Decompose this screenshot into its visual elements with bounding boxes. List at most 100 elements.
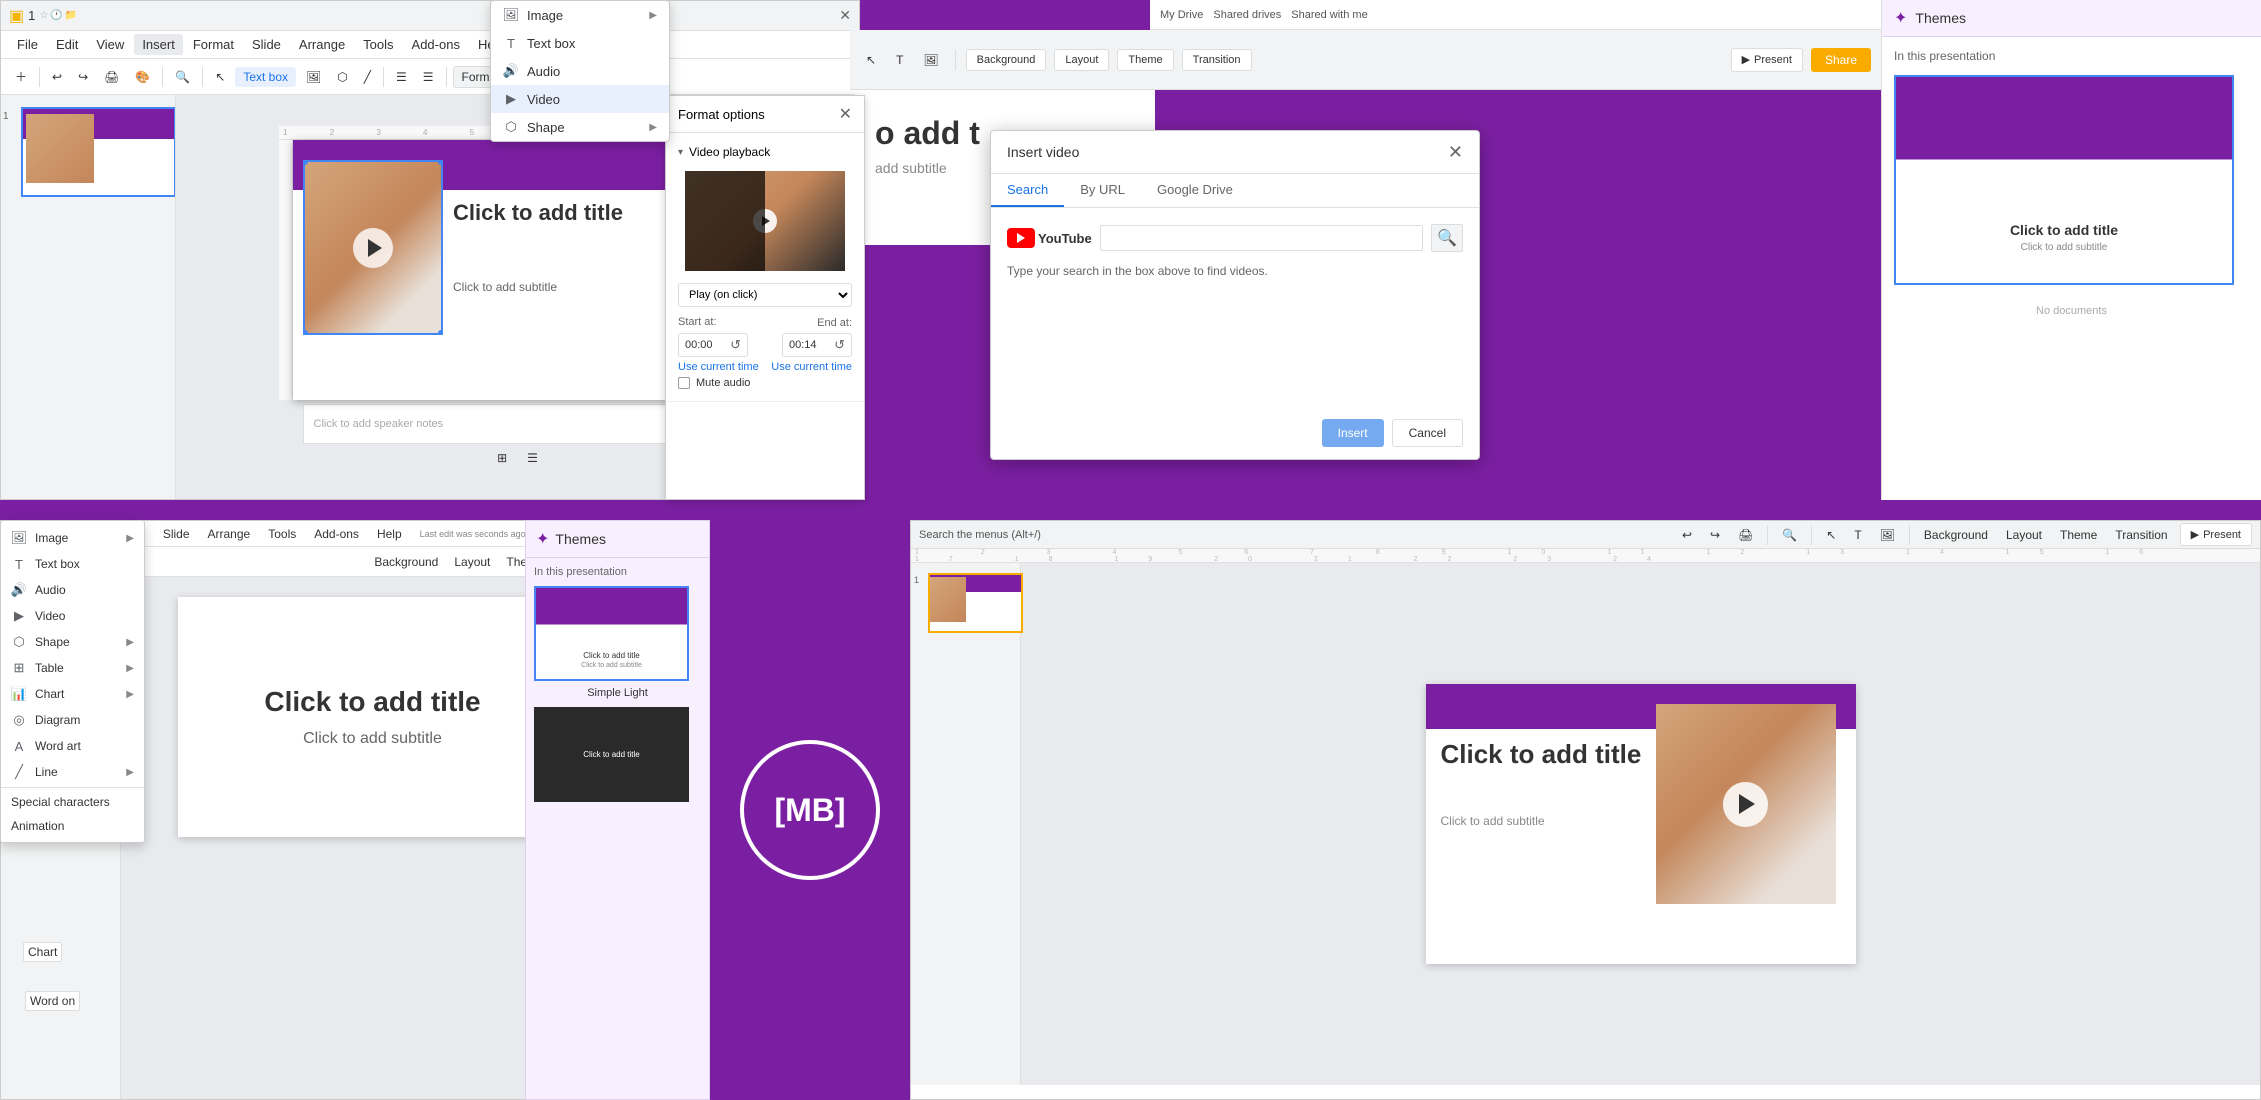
menu-insert[interactable]: Insert: [134, 34, 183, 55]
layout-btn[interactable]: Layout: [1054, 49, 1109, 71]
start-refresh-icon[interactable]: ↺: [730, 337, 741, 353]
start-time-input[interactable]: 00:00 ↺: [678, 333, 748, 357]
bottom-insert-shape[interactable]: ⬡ Shape ▶: [1, 629, 144, 655]
br-layout-btn[interactable]: Layout: [2000, 525, 2048, 545]
br-transition-btn[interactable]: Transition: [2109, 525, 2173, 545]
use-current-end-link[interactable]: Use current time: [771, 361, 852, 373]
bottom-insert-audio[interactable]: 🔊 Audio: [1, 577, 144, 603]
insert-video-item[interactable]: ▶ Video: [491, 85, 669, 113]
paint-format-btn[interactable]: 🎨: [129, 67, 156, 87]
bottom-insert-line[interactable]: ╱ Line ▶: [1, 759, 144, 785]
transition-btn[interactable]: Transition: [1182, 49, 1252, 71]
print-btn[interactable]: 🖨: [98, 67, 125, 87]
br-theme-btn[interactable]: Theme: [2054, 525, 2103, 545]
dialog-tab-url[interactable]: By URL: [1064, 174, 1141, 207]
slide-video-element[interactable]: [303, 160, 443, 335]
menu-file[interactable]: File: [9, 34, 46, 55]
br-bg-btn[interactable]: Background: [1918, 525, 1994, 545]
top-bar-shared-drives[interactable]: Shared drives: [1213, 9, 1281, 21]
br-slide-thumb[interactable]: [928, 573, 1023, 633]
play-button-overlay[interactable]: [353, 228, 393, 268]
star-icon[interactable]: ☆: [39, 10, 48, 21]
resize-handle-bl[interactable]: [303, 330, 308, 335]
bottom-layout-btn[interactable]: Layout: [448, 552, 496, 572]
grid-view-btn[interactable]: ⊞: [491, 448, 513, 468]
share-btn[interactable]: Share: [1811, 48, 1871, 72]
insert-textbox-item[interactable]: T Text box: [491, 29, 669, 57]
bottom-insert-textbox[interactable]: T Text box: [1, 551, 144, 577]
menu-arrange[interactable]: Arrange: [291, 34, 353, 55]
br-textbox-btn[interactable]: T: [1848, 525, 1867, 545]
mid-select-btn[interactable]: ↖: [860, 50, 882, 70]
folder-icon[interactable]: 📁: [65, 10, 77, 21]
br-undo-btn[interactable]: ↩: [1676, 525, 1698, 545]
menu-format[interactable]: Format: [185, 34, 242, 55]
image-btn[interactable]: 🖼: [300, 67, 327, 87]
slide-canvas-bottom[interactable]: Click to add title Click to add subtitle: [178, 597, 568, 837]
menu-addons[interactable]: Add-ons: [404, 34, 468, 55]
bottom-menu-arrange[interactable]: Arrange: [200, 524, 259, 544]
mid-image-btn[interactable]: 🖼: [917, 50, 944, 70]
bottom-slide-title[interactable]: Click to add title: [264, 686, 480, 718]
slide-br-subtitle[interactable]: Click to add subtitle: [1441, 814, 1646, 828]
youtube-search-btn[interactable]: 🔍: [1431, 224, 1463, 252]
insert-image-item[interactable]: 🖼 Image ▶: [491, 1, 669, 29]
slide-br-title[interactable]: Click to add title: [1441, 739, 1646, 770]
textbox-btn[interactable]: Text box: [235, 67, 296, 87]
resize-handle-br[interactable]: [438, 330, 443, 335]
bottom-insert-chart[interactable]: 📊 Chart ▶: [1, 681, 144, 707]
align-right-btn[interactable]: ☰: [417, 67, 440, 87]
top-bar-shared-with-me[interactable]: Shared with me: [1291, 9, 1367, 21]
align-left-btn[interactable]: ☰: [390, 67, 413, 87]
bottom-insert-table[interactable]: ⊞ Table ▶: [1, 655, 144, 681]
present-btn[interactable]: ▶ Present: [1731, 48, 1803, 72]
theme-preview-active[interactable]: Click to add title Click to add subtitle: [534, 586, 689, 681]
insert-audio-item[interactable]: 🔊 Audio: [491, 57, 669, 85]
line-btn[interactable]: ╱: [358, 67, 377, 87]
bottom-bg-btn[interactable]: Background: [368, 552, 444, 572]
top-bar-my-drive[interactable]: My Drive: [1160, 9, 1203, 21]
insert-shape-item[interactable]: ⬡ Shape ▶: [491, 113, 669, 141]
br-print-btn[interactable]: 🖨: [1732, 525, 1759, 545]
br-select-btn[interactable]: ↖: [1820, 525, 1842, 545]
bottom-insert-special[interactable]: Special characters: [1, 790, 144, 814]
mute-checkbox[interactable]: [678, 377, 690, 389]
redo-btn[interactable]: ↪: [72, 67, 94, 87]
youtube-search-input[interactable]: [1100, 225, 1423, 251]
bottom-insert-diagram[interactable]: ◎ Diagram: [1, 707, 144, 733]
menu-slide[interactable]: Slide: [244, 34, 289, 55]
dialog-cancel-btn[interactable]: Cancel: [1392, 419, 1463, 447]
bottom-insert-image[interactable]: 🖼 Image ▶: [1, 525, 144, 551]
br-zoom-btn[interactable]: 🔍: [1776, 525, 1803, 545]
background-btn[interactable]: Background: [966, 49, 1047, 71]
br-image-btn[interactable]: 🖼: [1874, 525, 1901, 545]
theme-slide-preview[interactable]: Click to add title Click to add subtitle: [1894, 75, 2234, 285]
dialog-tab-drive[interactable]: Google Drive: [1141, 174, 1249, 207]
format-section-header[interactable]: ▾ Video playback: [678, 141, 852, 163]
bottom-insert-animation[interactable]: Animation: [1, 814, 144, 838]
play-btn-br[interactable]: [1723, 782, 1768, 827]
undo-btn[interactable]: ↩: [46, 67, 68, 87]
theme-preview-dark[interactable]: Click to add title: [534, 707, 689, 802]
bottom-menu-help[interactable]: Help: [369, 524, 410, 544]
clock-icon[interactable]: 🕐: [50, 10, 62, 21]
list-view-btn[interactable]: ☰: [521, 448, 544, 468]
br-present-btn[interactable]: ▶ Present: [2180, 523, 2252, 546]
menu-tools[interactable]: Tools: [355, 34, 401, 55]
dialog-tab-search[interactable]: Search: [991, 174, 1064, 207]
play-mode-select[interactable]: Play (on click): [678, 283, 852, 307]
menu-edit[interactable]: Edit: [48, 34, 86, 55]
bottom-menu-addons[interactable]: Add-ons: [306, 524, 367, 544]
slide-canvas-br[interactable]: Click to add title Click to add subtitle: [1426, 684, 1856, 964]
bottom-insert-wordart[interactable]: A Word art: [1, 733, 144, 759]
slide-canvas[interactable]: Click to add title Click to add subtitle: [293, 140, 723, 400]
bottom-slide-subtitle[interactable]: Click to add subtitle: [303, 730, 442, 748]
dialog-insert-btn[interactable]: Insert: [1322, 419, 1384, 447]
add-slide-btn[interactable]: ＋: [9, 65, 33, 88]
dialog-close-btn[interactable]: ✕: [1448, 143, 1463, 161]
close-icon[interactable]: ✕: [839, 7, 851, 24]
slide-thumb-1[interactable]: [21, 107, 176, 197]
shapes-btn[interactable]: ⬡: [331, 67, 353, 87]
format-options-close-btn[interactable]: ✕: [839, 104, 852, 124]
bottom-menu-tools[interactable]: Tools: [260, 524, 304, 544]
